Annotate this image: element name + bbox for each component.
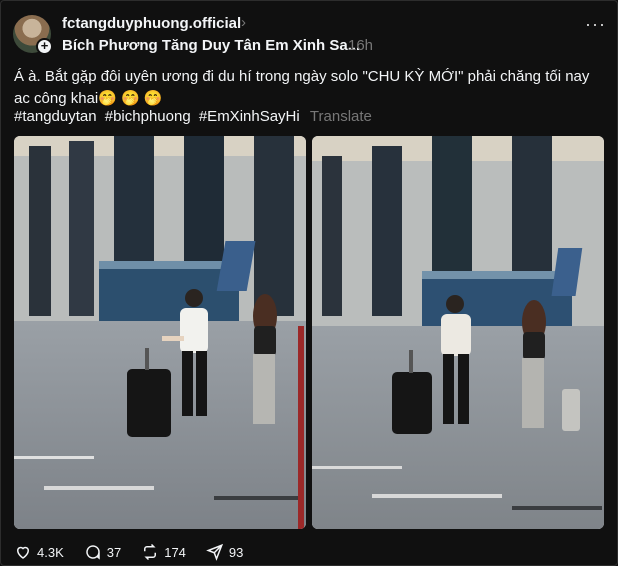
- post-subtitle[interactable]: Bích Phương Tăng Duy Tân Em Xinh Sa...: [62, 37, 360, 54]
- hashtag-link[interactable]: #bichphuong: [105, 108, 191, 125]
- repost-icon: [144, 543, 157, 561]
- share-button[interactable]: 93: [206, 543, 243, 561]
- translate-link[interactable]: Translate: [310, 108, 372, 125]
- post-photo-1[interactable]: [14, 136, 306, 529]
- send-icon: [206, 543, 223, 561]
- hashtag-link[interactable]: #tangduytan: [14, 108, 97, 125]
- heart-icon: [16, 546, 30, 559]
- repost-button[interactable]: 174: [141, 543, 186, 561]
- repost-count: 174: [164, 544, 186, 560]
- action-bar: 4.3K 37 174 93: [14, 541, 263, 563]
- like-button[interactable]: 4.3K: [14, 543, 64, 561]
- comment-button[interactable]: 37: [84, 543, 121, 561]
- like-count: 4.3K: [37, 544, 64, 560]
- share-count: 93: [228, 544, 244, 560]
- username[interactable]: fctangduyphuong.official: [62, 15, 241, 32]
- comment-count: 37: [106, 544, 122, 560]
- post-caption: Á à. Bắt gặp đôi uyên ương đi du hí tron…: [14, 68, 590, 107]
- hashtags: #tangduytan #bichphuong #EmXinhSayHi Tra…: [14, 108, 376, 125]
- post-photo-2[interactable]: [312, 136, 604, 529]
- hashtag-link[interactable]: #EmXinhSayHi: [199, 108, 300, 125]
- post-time: 16h: [348, 37, 374, 54]
- comment-icon: [86, 545, 100, 560]
- plus-icon[interactable]: +: [36, 38, 53, 55]
- more-icon[interactable]: ···: [585, 14, 606, 35]
- chevron-right-icon[interactable]: ›: [241, 14, 246, 31]
